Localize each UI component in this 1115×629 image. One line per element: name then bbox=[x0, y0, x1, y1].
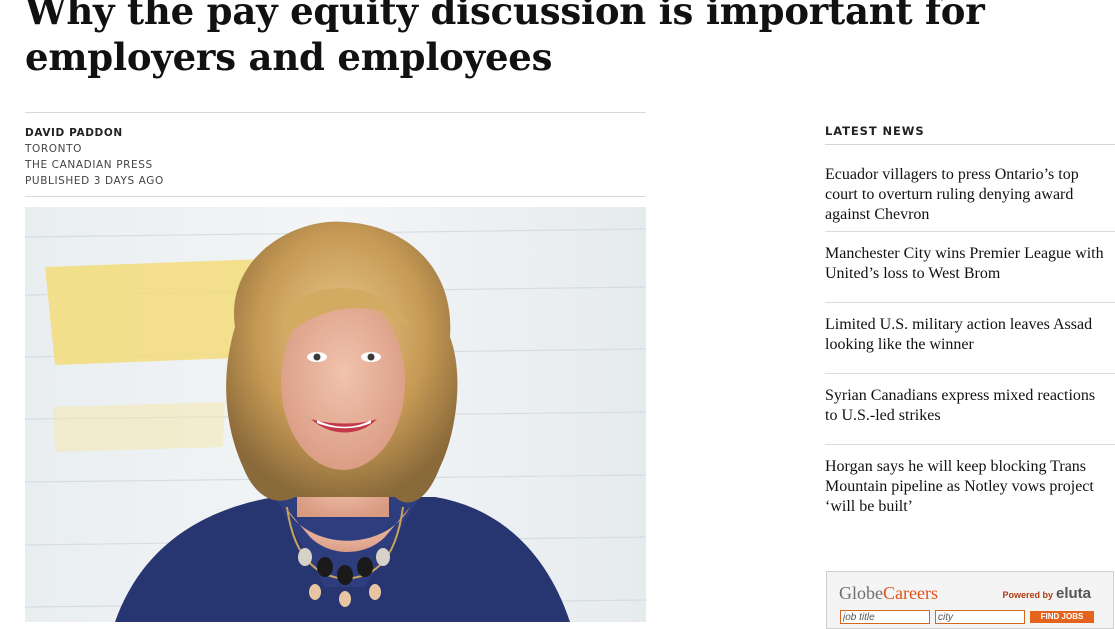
news-link[interactable]: Manchester City wins Premier League with… bbox=[825, 244, 1115, 284]
latest-news-heading: LATEST NEWS bbox=[825, 118, 1115, 145]
article-photo[interactable] bbox=[25, 207, 646, 622]
logo-careers-text: Careers bbox=[883, 583, 938, 603]
list-item: Limited U.S. military action leaves Assa… bbox=[825, 303, 1115, 374]
city-input[interactable] bbox=[935, 610, 1025, 624]
byline: DAVID PADDON TORONTO THE CANADIAN PRESS … bbox=[25, 125, 164, 189]
globecareers-logo[interactable]: GlobeCareers bbox=[839, 583, 938, 604]
list-item: Manchester City wins Premier League with… bbox=[825, 232, 1115, 303]
latest-news-list: Ecuador villagers to press Ontario’s top… bbox=[825, 153, 1115, 523]
author-name[interactable]: DAVID PADDON bbox=[25, 125, 164, 141]
find-jobs-button[interactable]: FIND JOBS bbox=[1030, 611, 1094, 623]
divider-top bbox=[25, 112, 646, 113]
byline-source: THE CANADIAN PRESS bbox=[25, 159, 153, 171]
article-page: Why the pay equity discussion is importa… bbox=[0, 0, 1115, 629]
list-item: Ecuador villagers to press Ontario’s top… bbox=[825, 153, 1115, 232]
logo-globe-text: Globe bbox=[839, 583, 883, 603]
article-headline: Why the pay equity discussion is importa… bbox=[25, 0, 985, 79]
eluta-logo[interactable]: eluta bbox=[1056, 585, 1091, 602]
job-title-input[interactable] bbox=[840, 610, 930, 624]
powered-by-label: Powered by bbox=[1002, 590, 1053, 600]
globecareers-ad: GlobeCareers Powered byeluta FIND JOBS bbox=[826, 571, 1114, 629]
list-item: Syrian Canadians express mixed reactions… bbox=[825, 374, 1115, 445]
byline-location: TORONTO bbox=[25, 143, 82, 155]
powered-by-eluta: Powered by eluta bbox=[1002, 585, 1091, 602]
news-link[interactable]: Syrian Canadians express mixed reactions… bbox=[825, 386, 1115, 426]
divider-bottom bbox=[25, 196, 646, 197]
news-link[interactable]: Limited U.S. military action leaves Assa… bbox=[825, 315, 1115, 355]
latest-news-sidebar: LATEST NEWS Ecuador villagers to press O… bbox=[825, 118, 1115, 523]
news-link[interactable]: Ecuador villagers to press Ontario’s top… bbox=[825, 165, 1115, 225]
list-item: Horgan says he will keep blocking Trans … bbox=[825, 445, 1115, 523]
byline-published: PUBLISHED 3 DAYS AGO bbox=[25, 175, 164, 187]
news-link[interactable]: Horgan says he will keep blocking Trans … bbox=[825, 457, 1115, 517]
